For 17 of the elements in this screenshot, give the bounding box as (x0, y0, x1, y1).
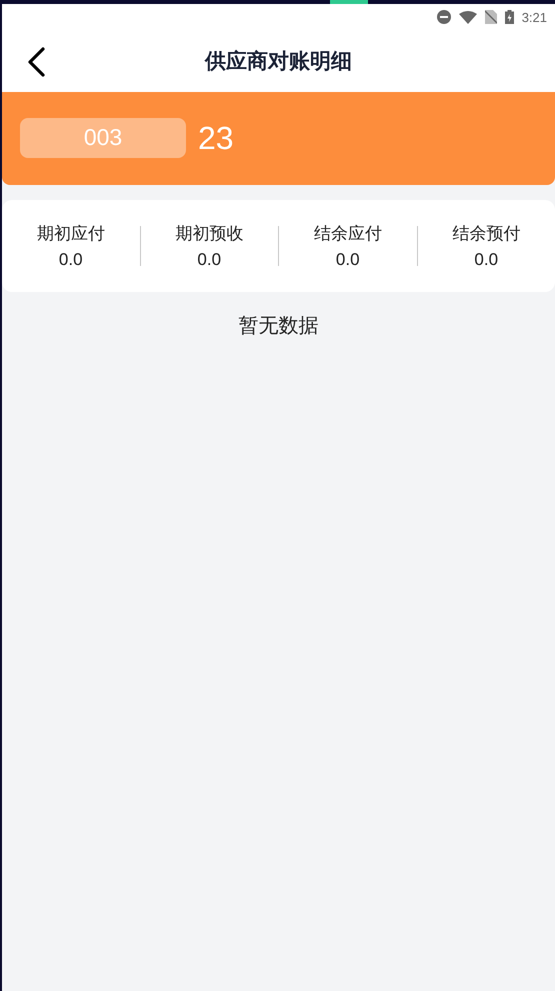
summary-label: 结余预付 (452, 223, 520, 245)
summary-label: 结余应付 (314, 223, 382, 245)
do-not-disturb-icon (436, 10, 451, 24)
summary-label: 期初应付 (36, 223, 105, 245)
status-time: 3:21 (522, 10, 547, 24)
summary-value: 0.0 (58, 250, 83, 270)
wifi-icon (458, 10, 477, 24)
supplier-code: 003 (20, 118, 186, 158)
supplier-name: 23 (198, 120, 234, 157)
summary-value: 0.0 (474, 250, 498, 270)
no-sim-icon (484, 10, 497, 24)
summary-label: 期初预收 (175, 223, 244, 245)
summary-value: 0.0 (336, 250, 360, 270)
empty-message: 暂无数据 (238, 312, 318, 339)
page-title: 供应商对账明细 (205, 48, 352, 75)
summary-value: 0.0 (197, 250, 222, 270)
battery-icon (504, 10, 514, 24)
